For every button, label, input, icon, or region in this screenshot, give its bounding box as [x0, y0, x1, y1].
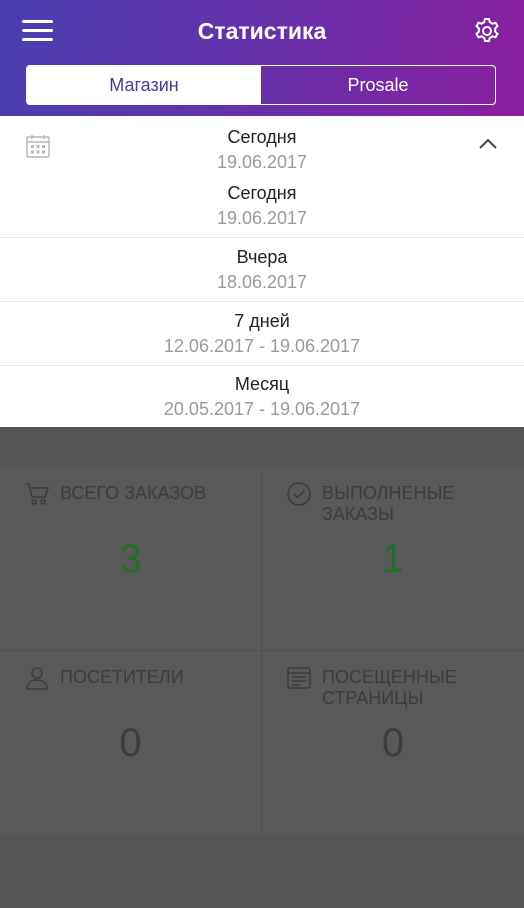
stat-visited-pages: Посещенные страницы 0: [262, 651, 524, 835]
stat-value: 3: [119, 537, 142, 581]
stat-value: 1: [381, 537, 405, 581]
selected-period-date: 19.06.2017: [216, 152, 308, 172]
period-option-today[interactable]: Сегодня 19.06.2017: [0, 175, 524, 238]
chevron-up-icon[interactable]: [478, 138, 498, 150]
stat-value: 0: [119, 721, 142, 765]
stat-caption: Всего заказов: [60, 483, 206, 503]
check-circle-icon: [287, 482, 311, 506]
option-date: 18.06.2017: [216, 272, 308, 292]
tab-prosale[interactable]: Prosale: [261, 66, 495, 104]
store-tabs: Магазин Prosale: [26, 65, 496, 105]
option-label: Вчера: [236, 247, 288, 267]
option-date: 20.05.2017 - 19.06.2017: [163, 399, 361, 419]
stat-visitors: Посетители 0: [0, 651, 262, 835]
stat-completed-orders: Выполненые заказы 1: [262, 467, 524, 651]
option-label: 7 дней: [234, 311, 290, 331]
option-label: Месяц: [234, 374, 290, 394]
stat-caption: Выполненые заказы: [322, 483, 455, 524]
period-selector[interactable]: Сегодня 19.06.2017: [0, 116, 524, 176]
period-option-yesterday[interactable]: Вчера 18.06.2017: [0, 239, 524, 302]
cart-icon: [25, 483, 50, 505]
pages-icon: [287, 667, 311, 689]
gear-icon[interactable]: [472, 16, 502, 46]
stat-caption: Посетители: [60, 667, 184, 687]
stats-grid: Всего заказов 3 Выполненые заказы 1 Посе…: [0, 467, 524, 835]
stat-value: 0: [381, 721, 405, 765]
period-dropdown: Сегодня 19.06.2017 Сегодня 19.06.2017 Вч…: [0, 116, 524, 427]
option-date: 12.06.2017 - 19.06.2017: [163, 336, 361, 356]
page-title: Статистика: [197, 18, 327, 44]
option-date: 19.06.2017: [216, 208, 308, 228]
selected-period-label: Сегодня: [227, 127, 297, 147]
stat-caption: Посещенные страницы: [322, 667, 457, 708]
stat-total-orders: Всего заказов 3: [0, 467, 262, 651]
period-option-7-days[interactable]: 7 дней 12.06.2017 - 19.06.2017: [0, 303, 524, 366]
user-icon: [26, 667, 48, 690]
option-label: Сегодня: [227, 183, 297, 203]
period-option-month[interactable]: Месяц 20.05.2017 - 19.06.2017: [0, 366, 524, 429]
app-header: Статистика Магазин Prosale: [0, 0, 524, 116]
tab-magazin[interactable]: Магазин: [27, 66, 261, 104]
